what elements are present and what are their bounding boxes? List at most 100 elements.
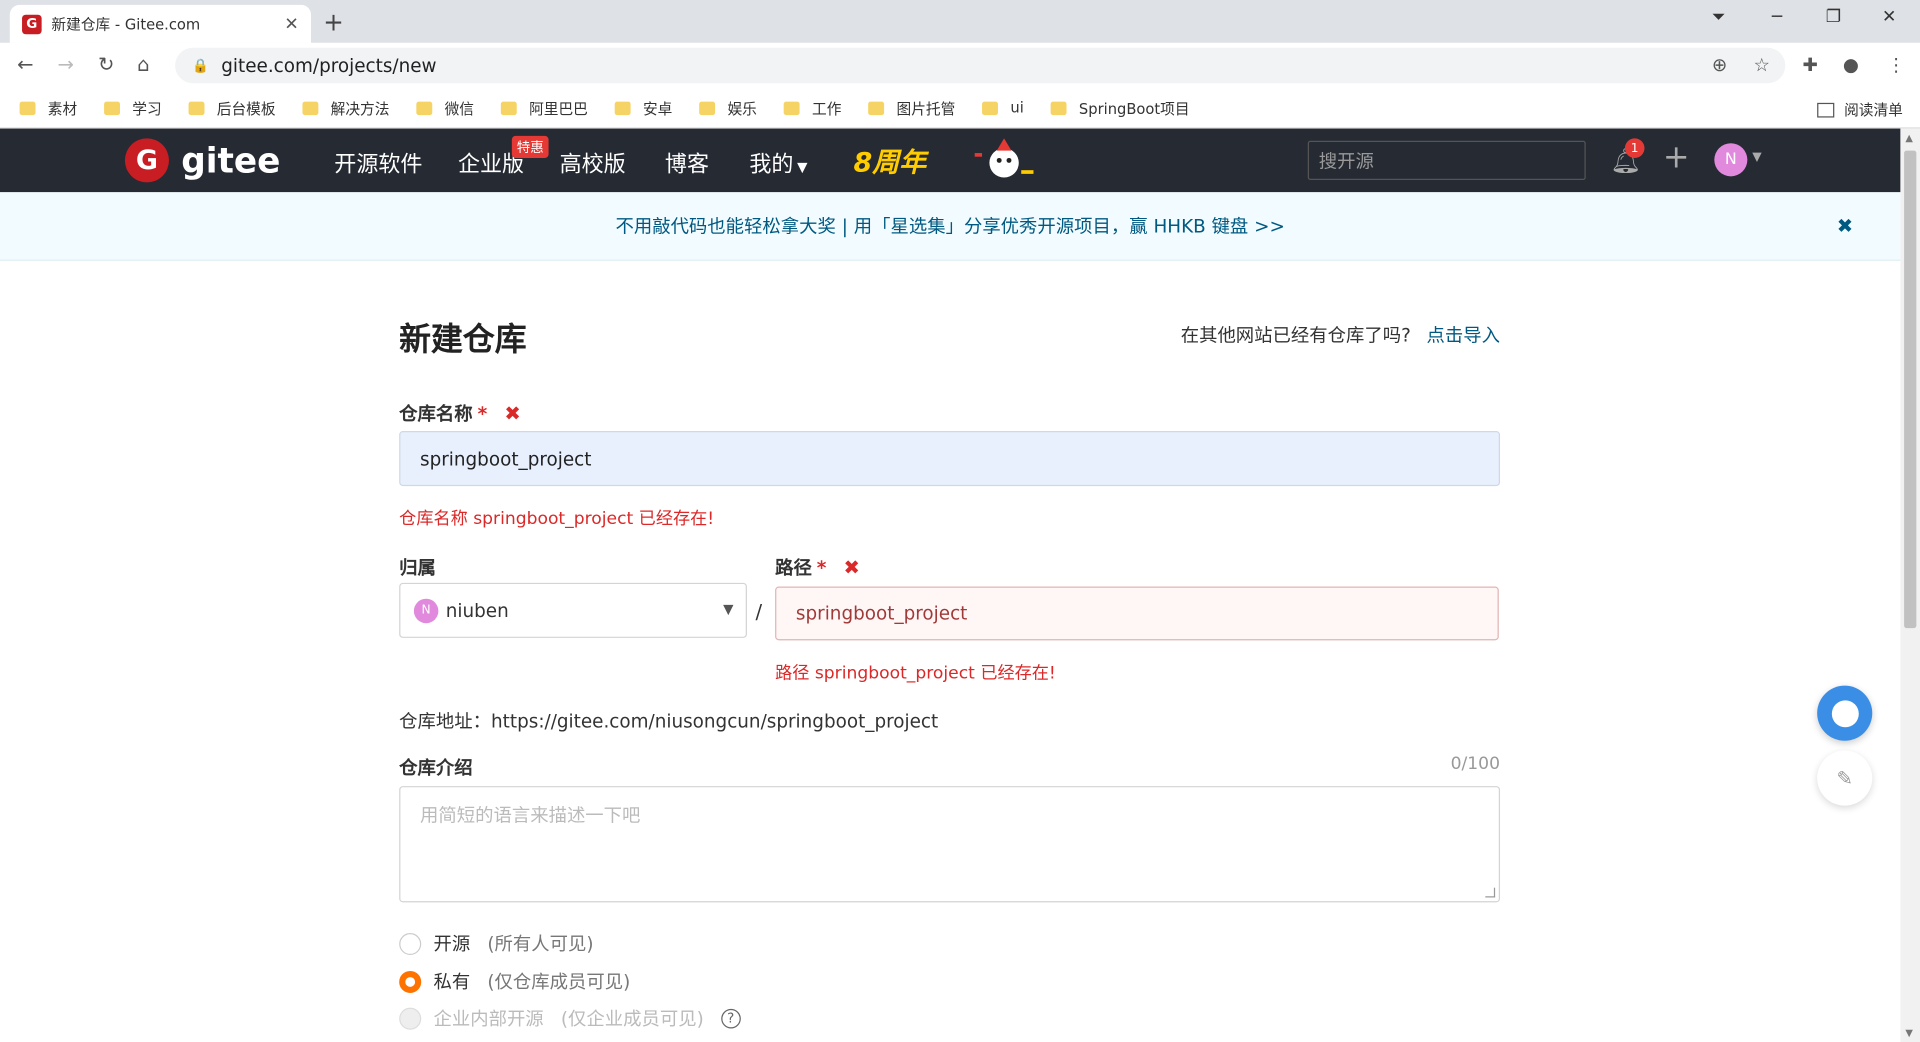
error-x-icon: ✖ <box>504 401 521 425</box>
new-tab-icon[interactable]: + <box>323 7 344 36</box>
scrollbar-thumb[interactable] <box>1904 150 1917 629</box>
path-separator: / <box>755 599 763 624</box>
scroll-down-arrow-icon[interactable]: ▼ <box>1905 1027 1913 1038</box>
extensions-icon[interactable]: ✚ <box>1802 54 1817 76</box>
bookmark-folder[interactable]: 微信 <box>416 97 474 118</box>
gitee-logo[interactable]: G gitee <box>124 138 281 183</box>
feedback-button[interactable]: ✎ <box>1817 750 1873 806</box>
description-counter: 0/100 <box>1450 754 1501 774</box>
url-text: gitee.com/projects/new <box>221 54 437 77</box>
anniversary-mascot-icon <box>974 138 1034 178</box>
bookmark-folder[interactable]: SpringBoot项目 <box>1050 97 1190 118</box>
resize-handle-icon[interactable] <box>1485 887 1496 898</box>
chevron-down-icon[interactable]: ▼ <box>1752 151 1761 164</box>
description-textarea[interactable]: 用简短的语言来描述一下吧 <box>399 786 1501 903</box>
radio-icon <box>399 1007 422 1030</box>
path-label-text: 路径 <box>775 557 812 580</box>
radio-hint: (仅企业成员可见) <box>560 1007 704 1030</box>
bookmark-folder[interactable]: 学习 <box>104 97 162 118</box>
folder-icon <box>302 101 319 115</box>
path-error: 路径 springboot_project 已经存在! <box>775 663 1056 684</box>
window-close-icon[interactable]: ✕ <box>1882 7 1896 27</box>
zoom-icon[interactable]: ⊕ <box>1712 54 1727 76</box>
visibility-private-radio[interactable]: 私有 (仅仓库成员可见) <box>399 969 630 995</box>
minimize-icon[interactable]: ─ <box>1772 7 1782 27</box>
bookmark-folder[interactable]: 图片托管 <box>868 97 955 118</box>
bookmark-folder[interactable]: 阿里巴巴 <box>500 97 588 118</box>
owner-avatar: N <box>413 598 439 623</box>
bookmark-folder[interactable]: ui <box>982 99 1024 116</box>
import-link[interactable]: 点击导入 <box>1427 324 1500 346</box>
nav-open-source[interactable]: 开源软件 <box>334 147 422 179</box>
create-plus-icon[interactable]: + <box>1663 140 1690 177</box>
folder-icon <box>188 101 205 115</box>
owner-select[interactable]: N niuben ▼ <box>399 582 747 638</box>
nav-mine[interactable]: 我的 ▼ <box>749 147 807 179</box>
search-input[interactable]: 搜开源 <box>1307 140 1586 180</box>
vertical-scrollbar[interactable]: ▲ ▼ <box>1900 128 1920 1042</box>
announcement-banner: 不用敲代码也能轻松拿大奖 | 用「星选集」分享优秀开源项目，赢 HHKB 键盘 … <box>0 192 1901 261</box>
repo-name-input[interactable]: springboot_project <box>399 430 1501 487</box>
browser-tab[interactable]: G 新建仓库 - Gitee.com ✕ <box>9 4 312 43</box>
bookmark-folder[interactable]: 工作 <box>783 97 841 118</box>
nav-education[interactable]: 高校版 <box>560 147 626 179</box>
folder-icon <box>19 101 36 115</box>
chevron-down-icon: ▼ <box>797 159 808 176</box>
visibility-enterprise-radio: 企业内部开源 (仅企业成员可见) ? <box>399 1005 741 1031</box>
help-icon[interactable]: ? <box>720 1008 741 1028</box>
special-offer-badge: 特惠 <box>511 135 549 158</box>
owner-value: niuben <box>445 599 509 622</box>
profile-dropdown-icon[interactable]: ⏷ <box>1712 7 1726 27</box>
browser-tab-bar: G 新建仓库 - Gitee.com ✕ + ⏷ ─ ❐ ✕ <box>0 0 1920 43</box>
radio-selected-icon <box>399 970 422 993</box>
bookmark-folder[interactable]: 娱乐 <box>699 97 757 118</box>
home-icon[interactable]: ⌂ <box>137 53 149 76</box>
bookmark-folder[interactable]: 后台模板 <box>188 97 276 118</box>
import-question: 在其他网站已经有仓库了吗? <box>1180 324 1411 347</box>
bookmark-folder[interactable]: 安卓 <box>614 97 672 118</box>
reading-list[interactable]: 阅读清单 <box>1817 99 1903 120</box>
reload-icon[interactable]: ↻ <box>98 53 114 76</box>
gitee-logo-text: gitee <box>181 140 281 181</box>
folder-icon <box>500 101 517 115</box>
bookmark-folder[interactable]: 解决方法 <box>302 97 389 118</box>
bookmark-folder[interactable]: 素材 <box>19 97 77 118</box>
anniversary-banner[interactable]: 8周年 <box>853 141 926 180</box>
description-placeholder: 用简短的语言来描述一下吧 <box>420 804 641 827</box>
avatar[interactable]: N <box>1714 143 1748 177</box>
lock-icon: 🔒 <box>192 57 210 74</box>
radio-hint: (所有人可见) <box>487 932 594 956</box>
error-x-icon: ✖ <box>843 555 860 580</box>
folder-icon <box>416 101 433 115</box>
tab-close-icon[interactable]: ✕ <box>284 14 298 34</box>
nav-mine-label: 我的 <box>749 151 794 178</box>
address-bar[interactable]: 🔒 gitee.com/projects/new <box>175 47 1786 84</box>
announcement-link[interactable]: 不用敲代码也能轻松拿大奖 | 用「星选集」分享优秀开源项目，赢 HHKB 键盘 … <box>615 215 1284 237</box>
close-icon[interactable]: ✖ <box>1837 192 1853 261</box>
repo-url-value: https://gitee.com/niusongcun/springboot_… <box>491 710 939 733</box>
back-icon[interactable]: ← <box>17 53 33 76</box>
visibility-public-radio[interactable]: 开源 (所有人可见) <box>399 931 594 957</box>
path-input[interactable]: springboot_project <box>775 586 1499 641</box>
repo-name-label: 仓库名称 * ✖ <box>399 400 521 426</box>
restore-icon[interactable]: ❐ <box>1826 7 1841 27</box>
folder-icon <box>982 101 999 115</box>
menu-icon[interactable]: ⋮ <box>1887 54 1905 76</box>
owner-label: 归属 <box>399 557 436 580</box>
required-mark: * <box>477 402 488 425</box>
scroll-up-arrow-icon[interactable]: ▲ <box>1905 132 1913 143</box>
nav-blog[interactable]: 博客 <box>665 147 709 179</box>
folder-icon <box>614 101 631 115</box>
site-header: G gitee 开源软件 企业版 特惠 高校版 博客 我的 ▼ 8周年 搜开源 🔔… <box>0 128 1901 193</box>
notification-count-badge: 1 <box>1624 138 1645 158</box>
chat-bubble-icon <box>1831 699 1859 727</box>
account-icon[interactable]: ● <box>1843 54 1859 76</box>
gitee-logo-icon: G <box>124 138 169 183</box>
chat-assistant-button[interactable] <box>1817 685 1873 741</box>
forward-icon[interactable]: → <box>58 53 74 76</box>
repo-url: 仓库地址：https://gitee.com/niusongcun/spring… <box>399 708 938 734</box>
reading-list-icon <box>1817 102 1835 117</box>
folder-icon <box>868 101 885 115</box>
bookmark-star-icon[interactable]: ☆ <box>1753 54 1769 76</box>
tab-title: 新建仓库 - Gitee.com <box>51 15 201 34</box>
